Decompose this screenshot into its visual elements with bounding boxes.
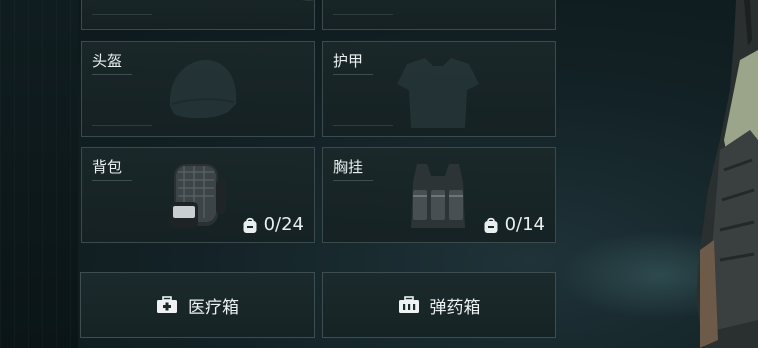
chest-rig-capacity-text: 0/14: [504, 214, 545, 235]
chest-rig-capacity: 0/14: [483, 214, 545, 235]
backpack-slot[interactable]: 背包 0/24: [81, 147, 315, 243]
label-underline: [92, 180, 132, 181]
armor-slot-label: 护甲: [333, 52, 364, 70]
character-model: [696, 0, 758, 348]
item-shadow-icon: [302, 0, 316, 1]
label-underline: [333, 180, 373, 181]
medkit-button[interactable]: 医疗箱: [80, 272, 315, 338]
backpack-slot-label: 背包: [92, 158, 123, 176]
chest-rig-icon: [411, 164, 465, 228]
medkit-button-label: 医疗箱: [188, 297, 239, 318]
slot-divider: [92, 14, 152, 15]
helmet-slot[interactable]: 头盔: [81, 41, 315, 137]
armor-placeholder-icon: [397, 58, 479, 128]
medkit-icon: [157, 296, 177, 313]
weight-icon: [484, 217, 498, 233]
label-underline: [333, 74, 373, 75]
backpack-icon: [170, 164, 226, 228]
chest-rig-slot-label: 胸挂: [333, 158, 364, 176]
ammo-box-icon: [398, 296, 419, 313]
label-underline: [92, 74, 132, 75]
slot-top-left-partial[interactable]: [81, 0, 316, 30]
ammo-box-button-label: 弹药箱: [429, 297, 481, 318]
slot-divider: [333, 125, 393, 126]
backpack-capacity-text: 0/24: [263, 214, 304, 235]
helmet-placeholder-icon: [169, 60, 237, 119]
armor-slot[interactable]: 护甲: [322, 41, 556, 137]
weight-icon: [243, 217, 257, 233]
slot-divider: [92, 125, 152, 126]
ammo-box-button[interactable]: 弹药箱: [322, 272, 556, 338]
helmet-slot-label: 头盔: [92, 52, 123, 70]
backpack-capacity: 0/24: [242, 214, 304, 235]
background-pattern: [0, 0, 78, 348]
chest-rig-slot[interactable]: 胸挂 0/14: [322, 147, 556, 243]
slot-divider: [333, 14, 393, 15]
slot-top-right-partial[interactable]: [322, 0, 556, 30]
